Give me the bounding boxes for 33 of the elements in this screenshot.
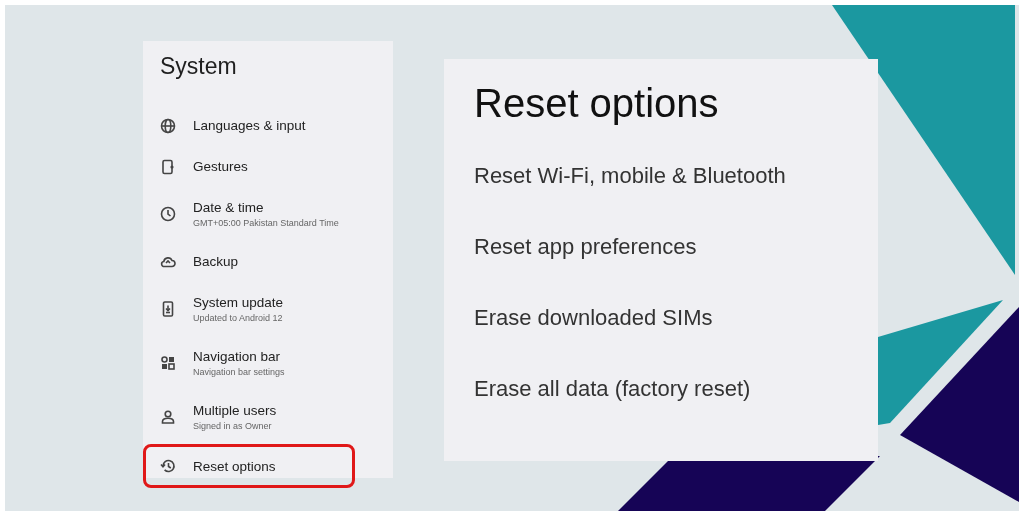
item-title: System update	[193, 295, 284, 310]
item-subtitle: Signed in as Owner	[193, 421, 273, 431]
settings-item[interactable]: Navigation bar Navigation bar settings	[146, 336, 355, 390]
item-title: Navigation bar	[193, 349, 282, 364]
settings-item[interactable]: Multiple users Signed in as Owner	[146, 390, 355, 444]
phone-icon	[160, 158, 176, 175]
item-subtitle: Updated to Android 12	[193, 313, 284, 323]
settings-item[interactable]: Date & time GMT+05:00 Pakistan Standard Time	[146, 187, 355, 241]
item-subtitle: Navigation bar settings	[193, 367, 285, 377]
reset-option[interactable]: Reset Wi-Fi, mobile & Bluetooth	[474, 163, 878, 234]
settings-item[interactable]: System update Updated to Android 12	[146, 282, 355, 336]
phone-download-icon	[160, 301, 176, 317]
item-title: Backup	[193, 254, 239, 269]
panel-title: Reset options	[474, 81, 720, 127]
settings-item[interactable]: Languages & input	[146, 105, 355, 146]
settings-item[interactable]: Backup	[146, 241, 355, 282]
item-title: Multiple users	[193, 403, 277, 418]
item-title: Gestures	[193, 159, 248, 174]
item-title: Date & time	[193, 200, 265, 215]
globe-icon	[160, 117, 176, 134]
reset-option[interactable]: Erase all data (factory reset)	[474, 376, 878, 447]
settings-item[interactable]: Gestures	[146, 146, 355, 187]
item-title: Reset options	[193, 458, 276, 474]
history-icon	[160, 458, 176, 474]
reset-option[interactable]: Erase downloaded SIMs	[474, 305, 878, 376]
item-title: Languages & input	[193, 118, 306, 133]
panel-title: System	[159, 53, 238, 81]
person-icon	[160, 409, 176, 425]
item-subtitle: GMT+05:00 Pakistan Standard Time	[193, 218, 339, 228]
reset-option[interactable]: Reset app preferences	[474, 234, 878, 305]
settings-item[interactable]: Reset options	[143, 444, 355, 488]
grid-icon	[160, 355, 176, 371]
clock-icon	[160, 206, 176, 222]
